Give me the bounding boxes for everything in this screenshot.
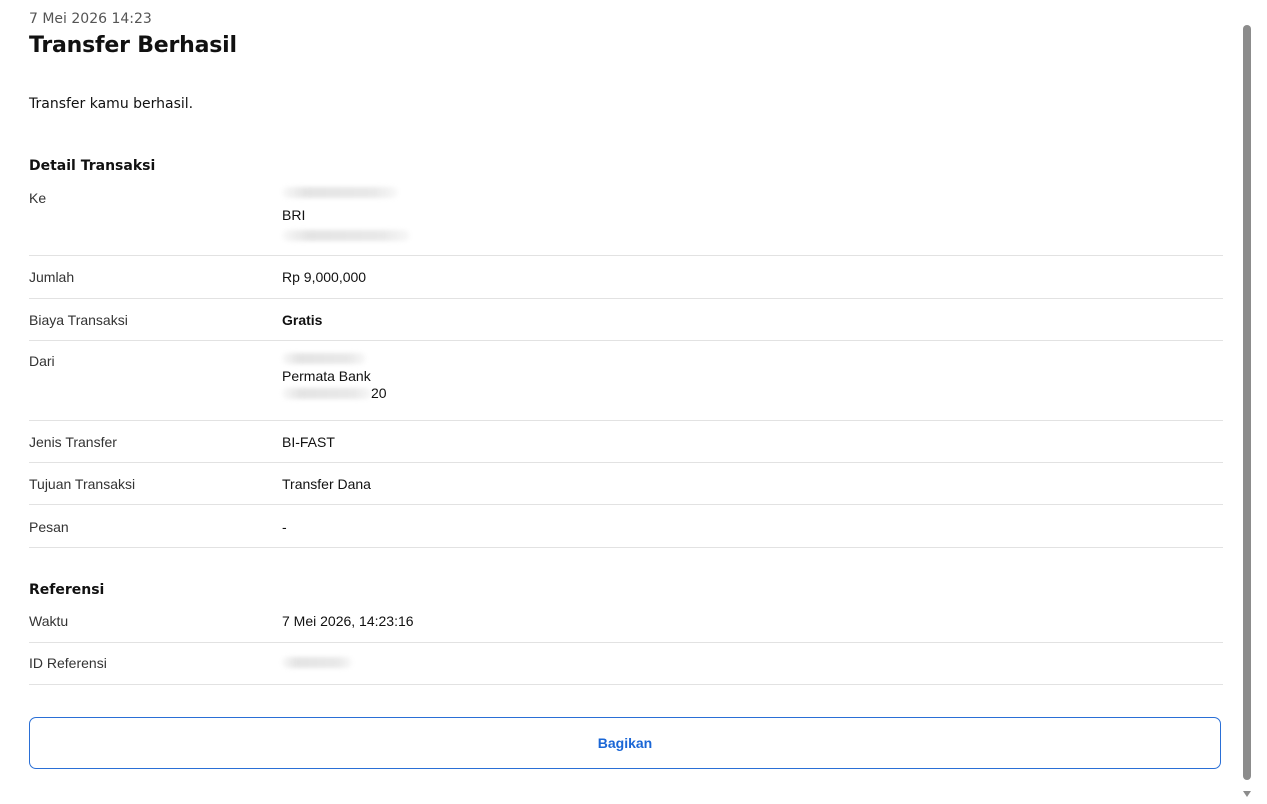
sender-account-suffix: 20 — [371, 385, 387, 401]
row-label: ID Referensi — [29, 655, 107, 671]
row-label: Pesan — [29, 519, 69, 535]
sender-account-redacted — [282, 388, 372, 399]
row-label: Jenis Transfer — [29, 434, 117, 450]
section-title-reference: Referensi — [29, 582, 105, 598]
reference-row-time: Waktu 7 Mei 2026, 14:23:16 — [29, 604, 1223, 643]
detail-row-sender: Dari Permata Bank 20 — [29, 341, 1223, 421]
row-label: Biaya Transaksi — [29, 312, 128, 328]
detail-row-transfer-type: Jenis Transfer BI-FAST — [29, 421, 1223, 463]
scrollbar-thumb[interactable] — [1243, 25, 1251, 780]
row-label: Dari — [29, 353, 55, 369]
sender-details: Permata Bank 20 — [282, 353, 442, 402]
message-value: - — [282, 519, 287, 535]
detail-row-message: Pesan - — [29, 505, 1223, 548]
recipient-account-redacted — [282, 230, 410, 241]
share-button[interactable]: Bagikan — [29, 717, 1221, 769]
transfer-type-value: BI-FAST — [282, 434, 335, 450]
scroll-down-arrow-icon[interactable] — [1243, 791, 1251, 797]
reference-id-redacted — [282, 657, 352, 668]
fee-value: Gratis — [282, 312, 323, 328]
row-label: Jumlah — [29, 269, 75, 285]
row-label: Waktu — [29, 613, 69, 629]
page-title: Transfer Berhasil — [29, 33, 237, 58]
purpose-value: Transfer Dana — [282, 476, 371, 492]
detail-row-amount: Jumlah Rp 9,000,000 — [29, 256, 1223, 299]
sender-bank: Permata Bank — [282, 368, 371, 384]
transaction-timestamp: 7 Mei 2026 14:23 — [29, 11, 152, 27]
recipient-name-redacted — [282, 187, 398, 198]
detail-row-purpose: Tujuan Transaksi Transfer Dana — [29, 463, 1223, 505]
reference-id-value — [282, 657, 352, 668]
row-label: Tujuan Transaksi — [29, 476, 136, 492]
recipient-bank: BRI — [282, 207, 306, 223]
reference-row-id: ID Referensi — [29, 643, 1223, 685]
detail-row-recipient: Ke BRI — [29, 180, 1223, 256]
recipient-details: BRI — [282, 187, 442, 241]
vertical-scrollbar[interactable] — [1241, 0, 1253, 804]
success-message: Transfer kamu berhasil. — [29, 96, 194, 112]
row-label: Ke — [29, 190, 47, 206]
sender-account: 20 — [282, 385, 442, 402]
amount-value: Rp 9,000,000 — [282, 269, 367, 285]
section-title-detail: Detail Transaksi — [29, 158, 156, 174]
time-value: 7 Mei 2026, 14:23:16 — [282, 613, 414, 629]
detail-row-fee: Biaya Transaksi Gratis — [29, 299, 1223, 341]
sender-name-redacted — [282, 353, 366, 364]
